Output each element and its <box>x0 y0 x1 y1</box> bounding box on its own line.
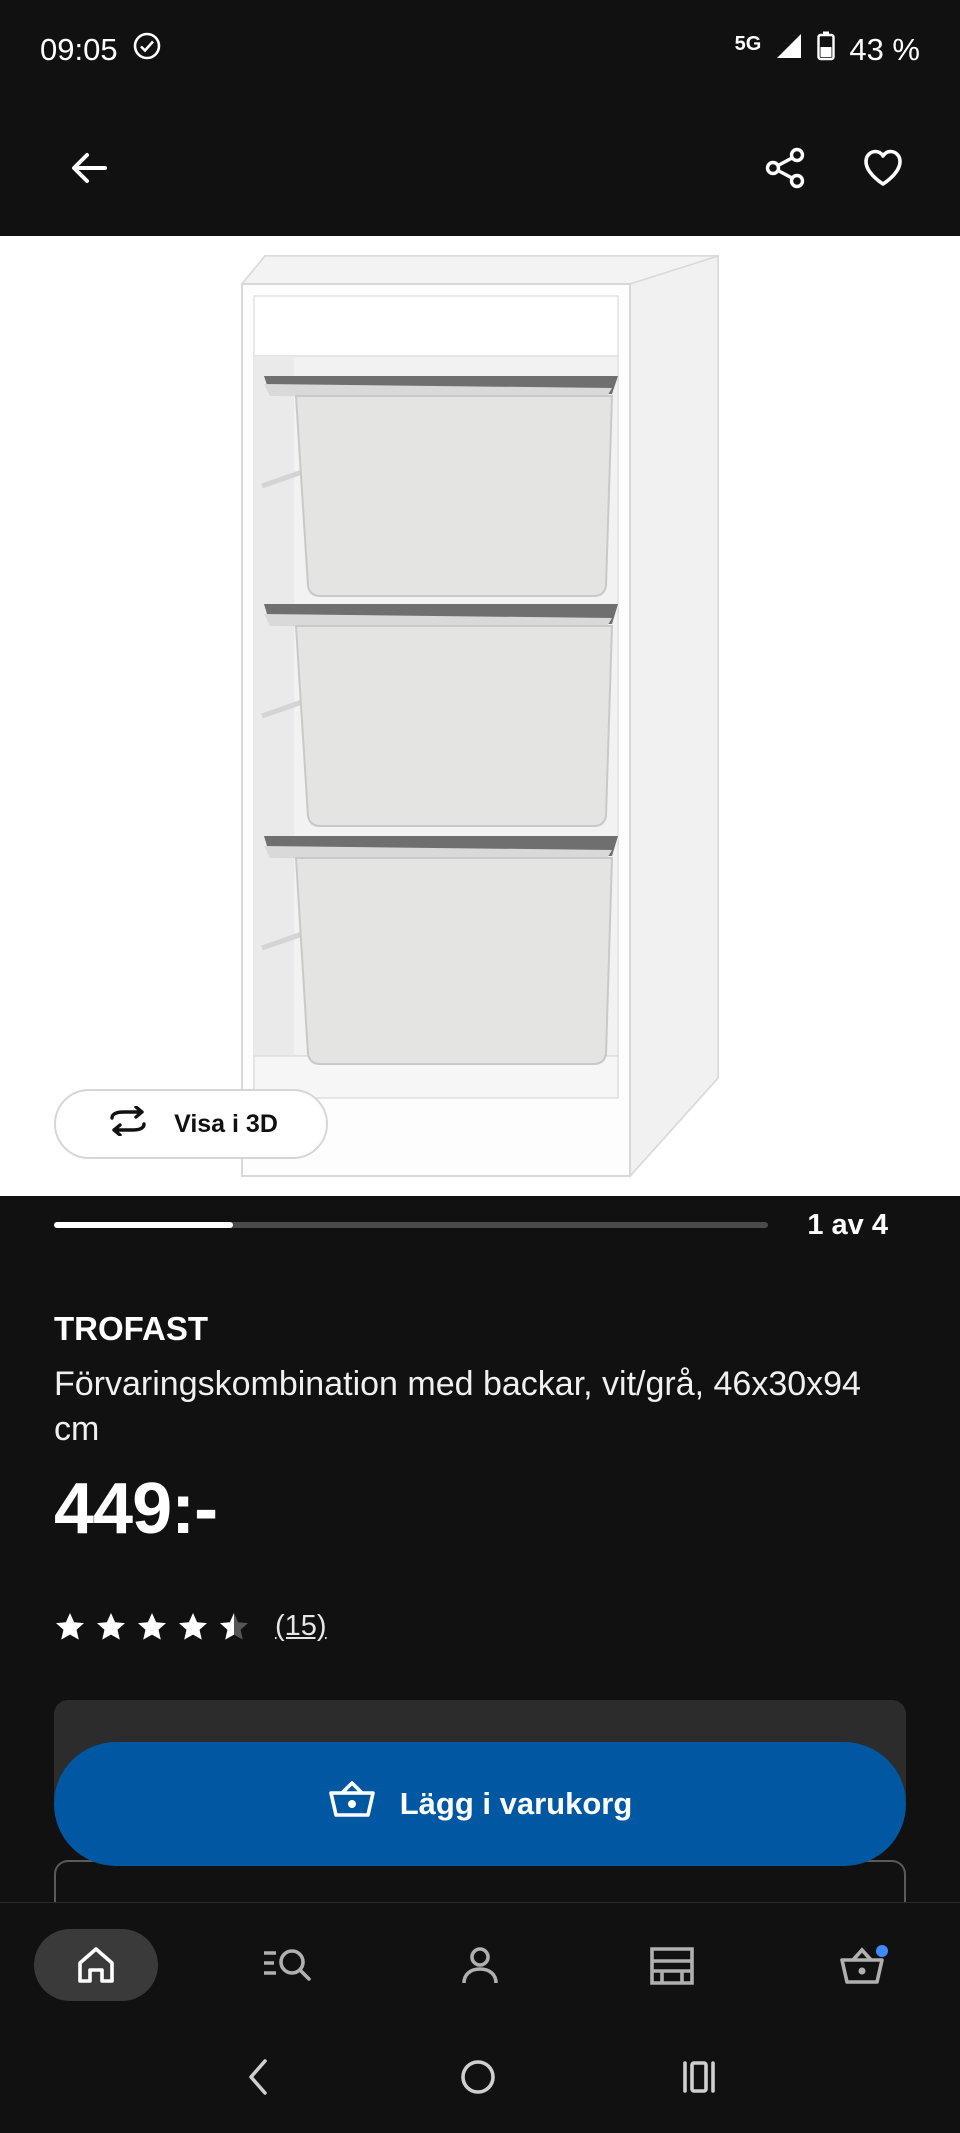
check-circle-icon <box>132 31 162 69</box>
half-star-icon <box>220 1612 248 1640</box>
view-3d-button[interactable]: Visa i 3D <box>54 1089 328 1159</box>
add-to-cart-label: Lägg i varukorg <box>399 1786 633 1821</box>
cart-icon <box>328 1780 376 1828</box>
bottom-navigation <box>0 1902 960 2027</box>
status-time: 09:05 <box>40 32 118 67</box>
review-count-link[interactable]: (15) <box>275 1610 327 1643</box>
gallery-progress-fill <box>54 1222 233 1228</box>
add-to-cart-button[interactable]: Lägg i varukorg <box>54 1742 906 1866</box>
nav-cart[interactable] <box>802 1929 926 2001</box>
rotate-3d-icon <box>104 1104 152 1143</box>
top-app-bar <box>0 100 960 236</box>
star-icon <box>179 1612 207 1640</box>
cart-icon <box>840 1945 888 1984</box>
battery-icon <box>817 31 836 69</box>
top-actions <box>756 139 912 197</box>
system-home-icon[interactable] <box>456 2055 500 2104</box>
nav-profile[interactable] <box>418 1929 542 2001</box>
system-back-icon[interactable] <box>239 2055 279 2104</box>
nav-home[interactable] <box>34 1929 158 2001</box>
share-icon[interactable] <box>756 139 814 197</box>
nav-search[interactable] <box>226 1929 350 2001</box>
status-bar: 09:05 5G 43 % <box>0 0 960 100</box>
gallery-progress-bar <box>54 1222 768 1228</box>
nav-store[interactable] <box>610 1929 734 2001</box>
battery-percent: 43 % <box>849 32 920 67</box>
storage-shelf-illustration <box>240 254 719 1178</box>
network-label: 5G <box>734 32 762 55</box>
status-left: 09:05 <box>40 31 162 69</box>
rating[interactable]: (15) <box>54 1610 327 1643</box>
store-icon <box>650 1947 694 1985</box>
signal-icon <box>775 32 803 68</box>
back-arrow-icon[interactable] <box>60 139 118 197</box>
view-3d-label: Visa i 3D <box>174 1109 278 1138</box>
heart-icon[interactable] <box>854 139 912 197</box>
system-recents-icon[interactable] <box>677 2055 721 2104</box>
profile-icon <box>462 1947 498 1984</box>
system-navigation <box>0 2026 960 2133</box>
product-name: TROFAST <box>54 1310 208 1347</box>
product-description: Förvaringskombination med backar, vit/gr… <box>54 1365 861 1448</box>
cart-badge <box>876 1945 888 1957</box>
home-icon <box>78 1947 114 1983</box>
star-icon <box>56 1612 84 1640</box>
star-icon <box>97 1612 125 1640</box>
star-icon <box>138 1612 166 1640</box>
gallery-counter: 1 av 4 <box>807 1209 888 1241</box>
status-right: 5G 43 % <box>735 31 920 69</box>
product-price: 449:- <box>54 1469 218 1549</box>
search-icon <box>264 1949 311 1981</box>
product-image[interactable] <box>0 236 960 1196</box>
